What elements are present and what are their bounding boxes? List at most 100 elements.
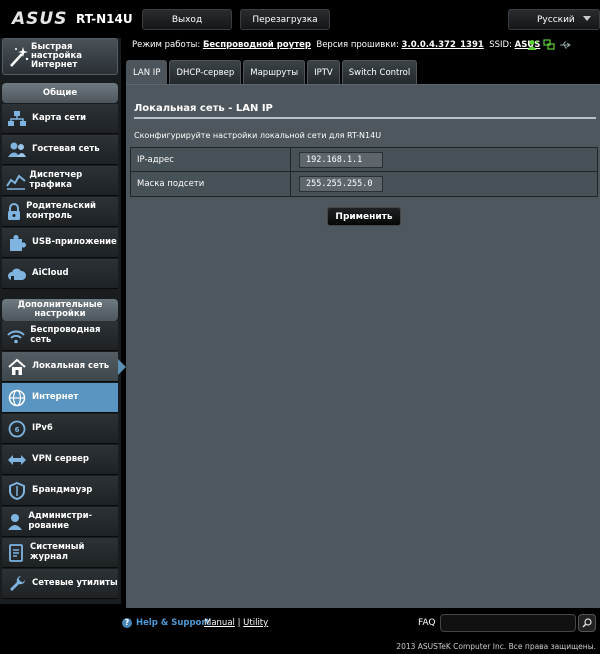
faq-label: FAQ: [418, 618, 436, 628]
vpn-icon: [4, 447, 30, 473]
sidebar-item-label: USB-приложение: [32, 236, 117, 247]
user-icon: [4, 509, 26, 535]
asus-logo: ASUS: [12, 9, 68, 29]
sidebar-item-label: Родительский контроль: [26, 201, 97, 221]
lock-icon: [4, 199, 24, 225]
usb-icon[interactable]: [559, 39, 571, 51]
sidebar-item-label: Карта сети: [32, 112, 87, 123]
clients-icon[interactable]: [527, 39, 539, 51]
sidebar-item-network-tools[interactable]: Сетевые утилиты: [2, 569, 118, 599]
qis-label: Быстрая настройка Интернет: [31, 42, 82, 70]
sidebar-item-label: Гостевая сеть: [32, 143, 100, 154]
sidebar-item-label: Диспетчер трафика: [29, 170, 83, 190]
mode-label: Режим работы:: [132, 40, 201, 50]
ipv6-icon: 6: [4, 416, 30, 442]
table-row: Маска подсети 255.255.255.0: [131, 172, 597, 196]
sidebar-item-traffic-manager[interactable]: Диспетчер трафика: [2, 166, 118, 196]
tab-routes[interactable]: Маршруты: [243, 60, 306, 84]
link-separator: |: [237, 618, 241, 628]
sidebar-item-label: Брандмауэр: [32, 484, 93, 495]
sidebar-item-label: AiCloud: [32, 267, 69, 278]
subnet-mask-label: Маска подсети: [131, 172, 291, 196]
table-row: IP-адрес 192.168.1.1: [131, 148, 597, 172]
wrench-icon: [4, 571, 30, 597]
manual-utility-links: Manual | Utility: [204, 618, 268, 628]
status-icons: [527, 39, 571, 51]
sidebar-item-ipv6[interactable]: 6 IPv6: [2, 414, 118, 444]
sidebar-item-lan[interactable]: Локальная сеть: [2, 352, 126, 382]
guest-network-icon: [4, 137, 30, 163]
utility-link[interactable]: Utility: [243, 618, 268, 628]
reboot-button[interactable]: Перезагрузка: [240, 9, 330, 30]
general-header: Общие: [2, 83, 118, 103]
help-icon: ?: [122, 618, 132, 628]
sidebar-item-firewall[interactable]: Брандмауэр: [2, 476, 118, 506]
language-label: Русский: [537, 14, 575, 25]
sidebar-item-network-map[interactable]: Карта сети: [2, 104, 118, 134]
sidebar-item-guest-network[interactable]: Гостевая сеть: [2, 135, 118, 165]
magic-wand-icon: [8, 45, 29, 67]
chevron-down-icon: [583, 16, 591, 21]
sidebar: Быстрая настройка Интернет Общие Карта с…: [0, 38, 126, 604]
sidebar-item-label: Беспроводная сеть: [30, 325, 101, 345]
main-panel: Локальная сеть - LAN IP Сконфигурируйте …: [126, 84, 600, 608]
subnet-mask-field[interactable]: 255.255.255.0: [299, 176, 383, 192]
sidebar-item-wireless[interactable]: Беспроводная сеть: [2, 321, 118, 351]
advanced-header: Дополнительные настройки: [2, 299, 118, 321]
mode-link[interactable]: Беспроводной роутер: [203, 40, 311, 50]
firmware-link[interactable]: 3.0.0.4.372_1391: [402, 40, 484, 50]
title-divider: [134, 117, 596, 119]
language-select[interactable]: Русский: [508, 9, 600, 30]
footer: ? Help & Support Manual | Utility FAQ 20…: [0, 608, 600, 654]
search-button[interactable]: [578, 614, 596, 632]
traffic-manager-icon: [4, 168, 27, 194]
tab-iptv[interactable]: IPTV: [307, 60, 340, 84]
puzzle-icon: [4, 230, 30, 256]
settings-table: IP-адрес 192.168.1.1 Маска подсети 255.2…: [130, 147, 598, 197]
sidebar-item-parental-control[interactable]: Родительский контроль: [2, 197, 118, 227]
tab-switch-control[interactable]: Switch Control: [341, 60, 418, 84]
page-description: Сконфигурируйте настройки локальной сети…: [134, 131, 382, 140]
logout-button[interactable]: Выход: [142, 9, 232, 30]
top-bar: ASUS RT-N14U Выход Перезагрузка Русский: [0, 0, 600, 36]
network-map-icon: [4, 106, 30, 132]
apply-button[interactable]: Применить: [327, 207, 401, 226]
wifi-icon: [4, 323, 28, 349]
sidebar-item-label: Локальная сеть: [32, 360, 110, 371]
sidebar-item-aicloud[interactable]: AiCloud: [2, 259, 118, 289]
quick-internet-setup-button[interactable]: Быстрая настройка Интернет: [2, 38, 118, 75]
sidebar-item-system-log[interactable]: Системный журнал: [2, 538, 118, 568]
sidebar-item-label: Интернет: [32, 391, 79, 402]
tab-dhcp-server[interactable]: DHCP-сервер: [169, 60, 242, 84]
sidebar-item-vpn[interactable]: VPN сервер: [2, 445, 118, 475]
globe-icon: [4, 385, 30, 411]
firmware-label: Версия прошивки:: [316, 40, 399, 50]
page-title: Локальная сеть - LAN IP: [134, 103, 273, 114]
sidebar-item-internet[interactable]: Интернет: [2, 383, 118, 413]
ssid-label: SSID:: [489, 40, 512, 50]
tab-bar: LAN IP DHCP-сервер Маршруты IPTV Switch …: [126, 60, 418, 84]
ip-address-field[interactable]: 192.168.1.1: [299, 151, 383, 168]
ip-address-label: IP-адрес: [131, 148, 291, 171]
sidebar-item-label: IPv6: [32, 422, 53, 433]
home-icon: [4, 354, 30, 380]
faq-search-input[interactable]: [440, 614, 576, 632]
copyright: 2013 ASUSTeK Computer Inc. Все права защ…: [396, 642, 596, 651]
sidebar-item-label: Системный журнал: [30, 542, 85, 562]
model-name: RT-N14U: [76, 12, 133, 26]
sidebar-item-label: Администри-рование: [28, 511, 93, 531]
cloud-icon: [4, 261, 30, 287]
sidebar-item-label: VPN сервер: [32, 453, 89, 464]
sidebar-item-usb-app[interactable]: USB-приложение: [2, 228, 118, 258]
sidebar-item-label: Сетевые утилиты: [32, 577, 118, 588]
shield-icon: [4, 478, 30, 504]
sidebar-item-administration[interactable]: Администри-рование: [2, 507, 118, 537]
network-status-icon[interactable]: [543, 39, 555, 51]
svg-text:6: 6: [15, 426, 20, 434]
search-icon: [582, 618, 592, 628]
help-support[interactable]: ? Help & Support: [122, 618, 210, 628]
tab-lan-ip[interactable]: LAN IP: [126, 60, 168, 84]
manual-link[interactable]: Manual: [204, 618, 235, 628]
document-icon: [4, 540, 28, 566]
help-support-label: Help & Support: [136, 618, 210, 628]
